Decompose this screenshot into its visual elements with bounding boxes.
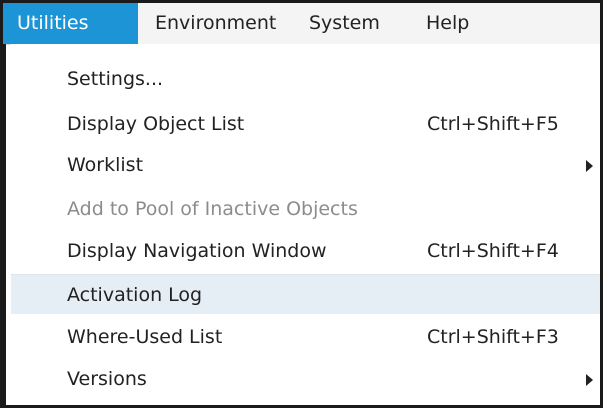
window-edge [3, 44, 6, 405]
menu-item-display-object-list[interactable]: Display Object List Ctrl+Shift+F5 [11, 104, 600, 144]
menu-item-versions[interactable]: Versions [11, 359, 600, 399]
menu-environment[interactable]: Environment [155, 3, 276, 44]
menu-item-label: Display Navigation Window [67, 240, 327, 262]
menu-item-label: Display Object List [67, 113, 245, 135]
menu-item-label: Worklist [67, 154, 144, 176]
menu-item-settings[interactable]: Settings... [11, 59, 600, 99]
shortcut-label: Ctrl+Shift+F3 [427, 326, 559, 348]
menu-item-worklist[interactable]: Worklist [11, 145, 600, 185]
menu-item-add-to-pool: Add to Pool of Inactive Objects [11, 189, 600, 229]
menu-item-display-navigation-window[interactable]: Display Navigation Window Ctrl+Shift+F4 [11, 231, 600, 271]
menu-item-label: Where-Used List [67, 326, 223, 348]
menu-bar: Utilities Environment System Help [3, 3, 600, 45]
menu-screenshot-frame: Utilities Environment System Help Settin… [0, 0, 603, 408]
menu-item-label: Versions [67, 368, 147, 390]
menu-utilities[interactable]: Utilities [3, 3, 138, 44]
shortcut-label: Ctrl+Shift+F4 [427, 240, 559, 262]
menu-item-where-used-list[interactable]: Where-Used List Ctrl+Shift+F3 [11, 317, 600, 357]
submenu-arrow-icon [586, 160, 593, 172]
menu-item-activation-log[interactable]: Activation Log [11, 274, 600, 314]
menu-item-label: Add to Pool of Inactive Objects [67, 198, 358, 220]
menu-help[interactable]: Help [426, 3, 469, 44]
menu-system[interactable]: System [309, 3, 380, 44]
shortcut-label: Ctrl+Shift+F5 [427, 113, 559, 135]
menu-item-label: Settings... [67, 68, 164, 90]
utilities-dropdown: Settings... Display Object List Ctrl+Shi… [11, 44, 600, 405]
menu-item-label: Activation Log [67, 284, 203, 306]
submenu-arrow-icon [586, 374, 593, 386]
